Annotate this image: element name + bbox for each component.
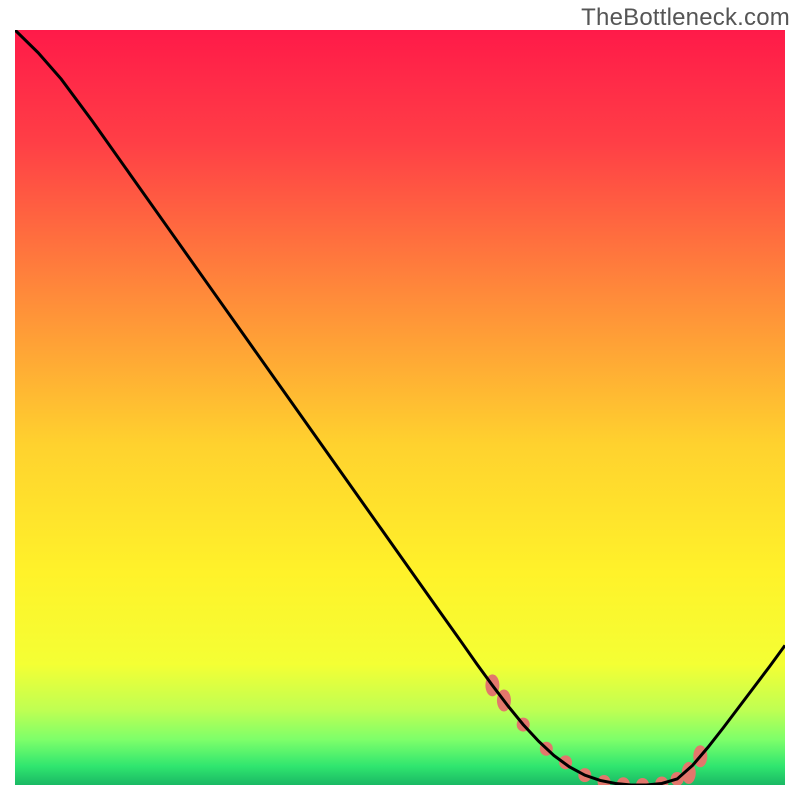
watermark-text: TheBottleneck.com: [581, 4, 790, 32]
curve-line: [15, 30, 785, 785]
chart-container: TheBottleneck.com: [0, 0, 800, 800]
data-markers: [485, 674, 707, 785]
bottleneck-curve: [15, 30, 785, 785]
plot-area: [15, 30, 785, 785]
